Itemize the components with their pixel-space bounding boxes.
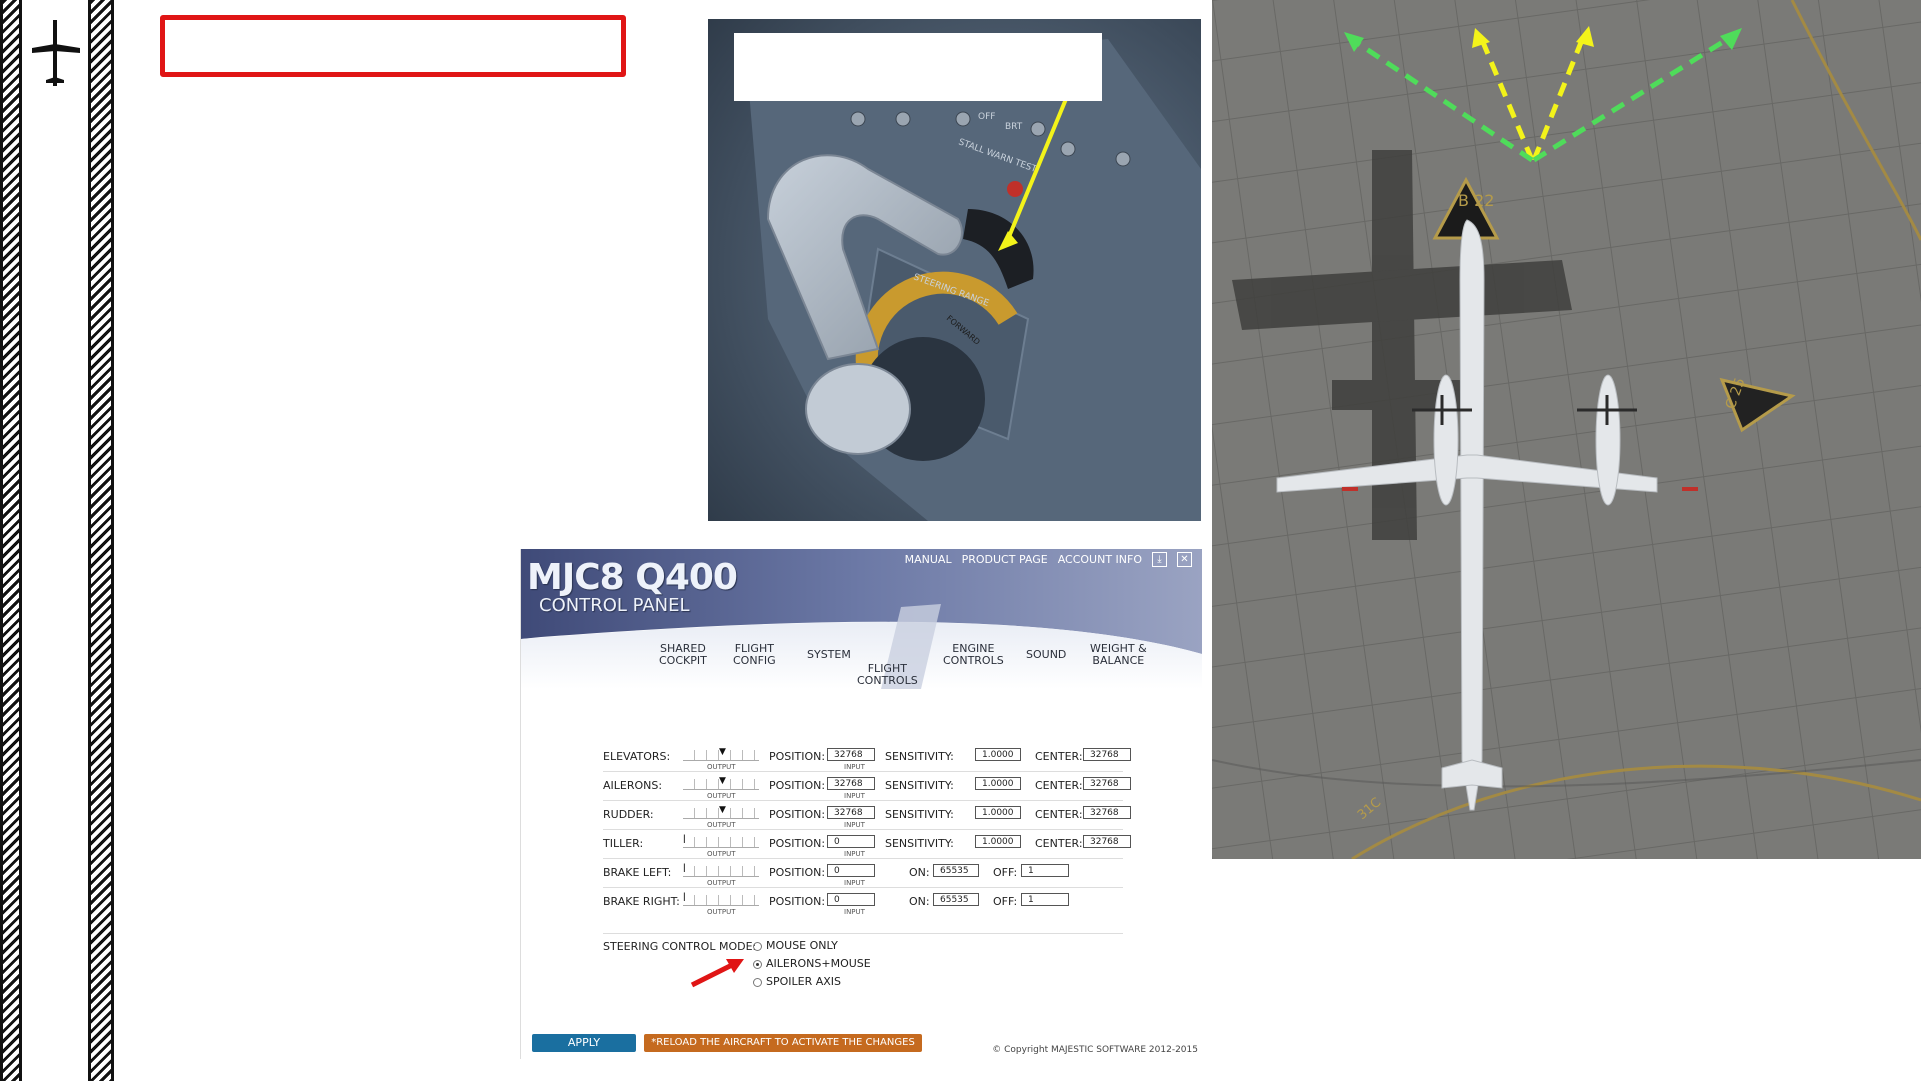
brake-off-field[interactable]: 1: [1021, 893, 1069, 906]
output-slider[interactable]: ▼: [683, 747, 759, 761]
row-separator: [603, 887, 1123, 888]
position-field[interactable]: 32768: [827, 806, 875, 819]
radio-ailerons-mouse[interactable]: AILERONS+MOUSE: [753, 957, 871, 970]
close-icon[interactable]: ✕: [1177, 552, 1192, 567]
tab-sound[interactable]: SOUND: [1026, 649, 1066, 661]
sensitivity-field[interactable]: 1.0000: [975, 777, 1021, 790]
output-slider[interactable]: ǀ: [683, 892, 759, 906]
airplane-icon: [28, 20, 84, 86]
cockpit-label-blank: [734, 33, 1102, 101]
axis-row-ailerons: AILERONS: ▼ OUTPUT POSITION: 32768 INPUT…: [603, 774, 1153, 800]
brt-text: BRT: [1005, 122, 1023, 132]
account-info-link[interactable]: ACCOUNT INFO: [1058, 553, 1142, 566]
axis-row-tiller: TILLER: ǀ OUTPUT POSITION: 0 INPUT SENSI…: [603, 832, 1153, 858]
axis-row-rudder: RUDDER: ▼ OUTPUT POSITION: 32768 INPUT S…: [603, 803, 1153, 829]
axis-label: TILLER:: [603, 837, 644, 850]
tab-flight-controls[interactable]: FLIGHT CONTROLS: [857, 663, 918, 687]
apply-button[interactable]: APPLY: [532, 1034, 636, 1052]
output-slider[interactable]: ▼: [683, 805, 759, 819]
sensitivity-field[interactable]: 1.0000: [975, 748, 1021, 761]
axis-label: ELEVATORS:: [603, 750, 671, 763]
axis-row-brake-right: BRAKE RIGHT: ǀ OUTPUT POSITION: 0 INPUT …: [603, 890, 1153, 916]
product-page-link[interactable]: PRODUCT PAGE: [962, 553, 1048, 566]
brake-on-field[interactable]: 65535: [933, 864, 979, 877]
axis-label: RUDDER:: [603, 808, 654, 821]
axis-row-elevators: ELEVATORS: ▼ OUTPUT POSITION: 32768 INPU…: [603, 745, 1153, 771]
position-field[interactable]: 0: [827, 864, 875, 877]
radio-dot: [753, 941, 762, 951]
sensitivity-field[interactable]: 1.0000: [975, 806, 1021, 819]
manual-link[interactable]: MANUAL: [905, 553, 952, 566]
off-text: OFF: [978, 112, 995, 122]
taxi-sign-b22: B 22: [1458, 191, 1494, 210]
tab-shared-cockpit[interactable]: SHARED COCKPIT: [659, 643, 707, 667]
download-icon[interactable]: ⤓: [1152, 552, 1167, 567]
radio-spoiler-axis[interactable]: SPOILER AXIS: [753, 975, 841, 988]
tab-engine-controls[interactable]: ENGINE CONTROLS: [943, 643, 1004, 667]
tab-system[interactable]: SYSTEM: [807, 649, 851, 661]
sensitivity-field[interactable]: 1.0000: [975, 835, 1021, 848]
output-slider[interactable]: ǀ: [683, 863, 759, 877]
center-field[interactable]: 32768: [1083, 806, 1131, 819]
left-hatch-rail: [0, 0, 22, 1081]
brake-off-field[interactable]: 1: [1021, 864, 1069, 877]
copyright-text: © Copyright MAJESTIC SOFTWARE 2012-2015: [992, 1045, 1198, 1055]
position-field[interactable]: 32768: [827, 777, 875, 790]
axis-row-brake-left: BRAKE LEFT: ǀ OUTPUT POSITION: 0 INPUT O…: [603, 861, 1153, 887]
tab-weight-balance[interactable]: WEIGHT & BALANCE: [1090, 643, 1147, 667]
radio-mouse-only[interactable]: MOUSE ONLY: [753, 939, 838, 952]
brand-subtitle: CONTROL PANEL: [539, 595, 690, 616]
axis-label: BRAKE LEFT:: [603, 866, 672, 879]
top-links: MANUAL PRODUCT PAGE ACCOUNT INFO ⤓ ✕: [905, 552, 1192, 567]
output-slider[interactable]: ▼: [683, 776, 759, 790]
row-separator: [603, 829, 1123, 830]
right-hatch-rail: [88, 0, 114, 1081]
panel-header: MJC8 Q400 CONTROL PANEL MANUAL PRODUCT P…: [521, 549, 1202, 689]
axis-label: AILERONS:: [603, 779, 663, 792]
row-separator: [603, 800, 1123, 801]
aerial-aircraft-image: B 22 C 25 31C: [1212, 0, 1921, 859]
center-field[interactable]: 32768: [1083, 777, 1131, 790]
radio-dot: [753, 977, 762, 987]
control-panel-window: MJC8 Q400 CONTROL PANEL MANUAL PRODUCT P…: [520, 549, 1202, 1059]
cockpit-tiller-image: STEERING RANGE FORWARD OFF BRT STALL WAR…: [708, 19, 1201, 521]
brand-title: MJC8 Q400: [527, 557, 738, 598]
row-separator: [603, 771, 1123, 772]
position-field[interactable]: 32768: [827, 748, 875, 761]
row-separator: [603, 933, 1123, 934]
row-separator: [603, 858, 1123, 859]
title-highlight-box: [160, 15, 626, 77]
position-field[interactable]: 0: [827, 835, 875, 848]
tab-flight-config[interactable]: FLIGHT CONFIG: [733, 643, 776, 667]
center-field[interactable]: 32768: [1083, 748, 1131, 761]
position-field[interactable]: 0: [827, 893, 875, 906]
center-field[interactable]: 32768: [1083, 835, 1131, 848]
red-pointer-arrow: [690, 959, 744, 988]
output-slider[interactable]: ǀ: [683, 834, 759, 848]
steering-mode-label: STEERING CONTROL MODE:: [603, 940, 757, 953]
brake-on-field[interactable]: 65535: [933, 893, 979, 906]
axis-label: BRAKE RIGHT:: [603, 895, 680, 908]
reload-notice: *RELOAD THE AIRCRAFT TO ACTIVATE THE CHA…: [644, 1034, 922, 1052]
radio-dot-selected: [753, 959, 762, 969]
